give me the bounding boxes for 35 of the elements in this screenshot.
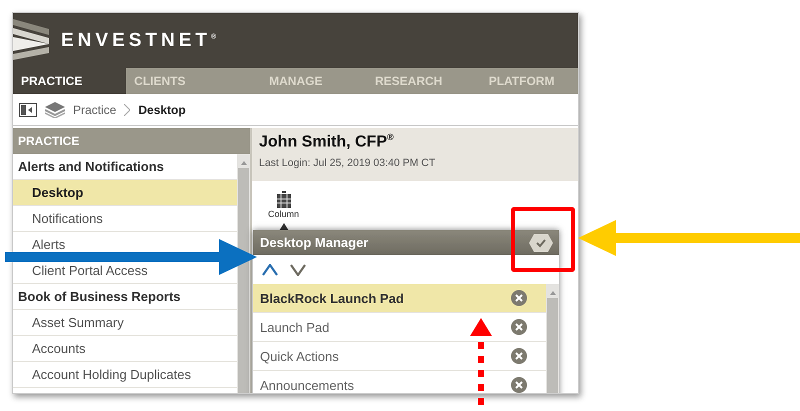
sidebar-item[interactable]: Accounts — [32, 341, 86, 356]
sidebar-item[interactable]: Asset Summary — [32, 315, 124, 330]
last-login-text: Last Login: Jul 25, 2019 03:40 PM CT — [259, 157, 436, 170]
widget-item[interactable]: Quick Actions — [253, 342, 546, 371]
sidebar-item[interactable]: Alerts — [32, 237, 66, 252]
sidebar-item[interactable]: Client Portal Access — [32, 263, 148, 278]
remove-icon[interactable] — [511, 319, 527, 335]
user-name: John Smith, CFP$^{®}$ — [259, 132, 395, 152]
panel-title: Desktop Manager — [260, 235, 368, 250]
remove-icon[interactable] — [511, 290, 527, 306]
scrollbar[interactable] — [237, 154, 250, 393]
sidebar-header: PRACTICE — [13, 128, 250, 154]
column-button[interactable]: Column — [268, 191, 300, 219]
sidebar-item[interactable]: Alerts and Notifications — [18, 159, 164, 174]
scrollbar[interactable] — [546, 284, 559, 393]
remove-icon[interactable] — [511, 348, 527, 364]
nav-tab[interactable]: PRACTICE — [13, 68, 126, 94]
grid-icon — [276, 191, 292, 209]
sidebar-item[interactable]: Notifications — [32, 211, 103, 226]
widget-item[interactable]: Announcements — [253, 371, 546, 393]
collapse-icon[interactable] — [19, 102, 37, 116]
sidebar-item[interactable]: Desktop — [32, 185, 84, 200]
move-down-icon[interactable] — [290, 264, 306, 276]
move-up-icon[interactable] — [262, 264, 278, 276]
brand-name: ENVESTNET$^{®}$ — [61, 30, 220, 52]
breadcrumb-link[interactable]: Desktop — [138, 102, 186, 116]
widget-item[interactable]: BlackRock Launch Pad — [253, 284, 546, 313]
check-icon[interactable] — [529, 234, 553, 252]
chevron-icon — [124, 104, 130, 116]
sidebar-item[interactable]: Account Holding Duplicates — [32, 367, 191, 382]
breadcrumb-link[interactable]: Practice — [73, 102, 116, 116]
remove-icon[interactable] — [511, 377, 527, 393]
layers-icon[interactable] — [45, 102, 65, 118]
highlight-box — [511, 207, 575, 272]
sidebar-item[interactable]: Book of Business Reports — [18, 289, 181, 304]
